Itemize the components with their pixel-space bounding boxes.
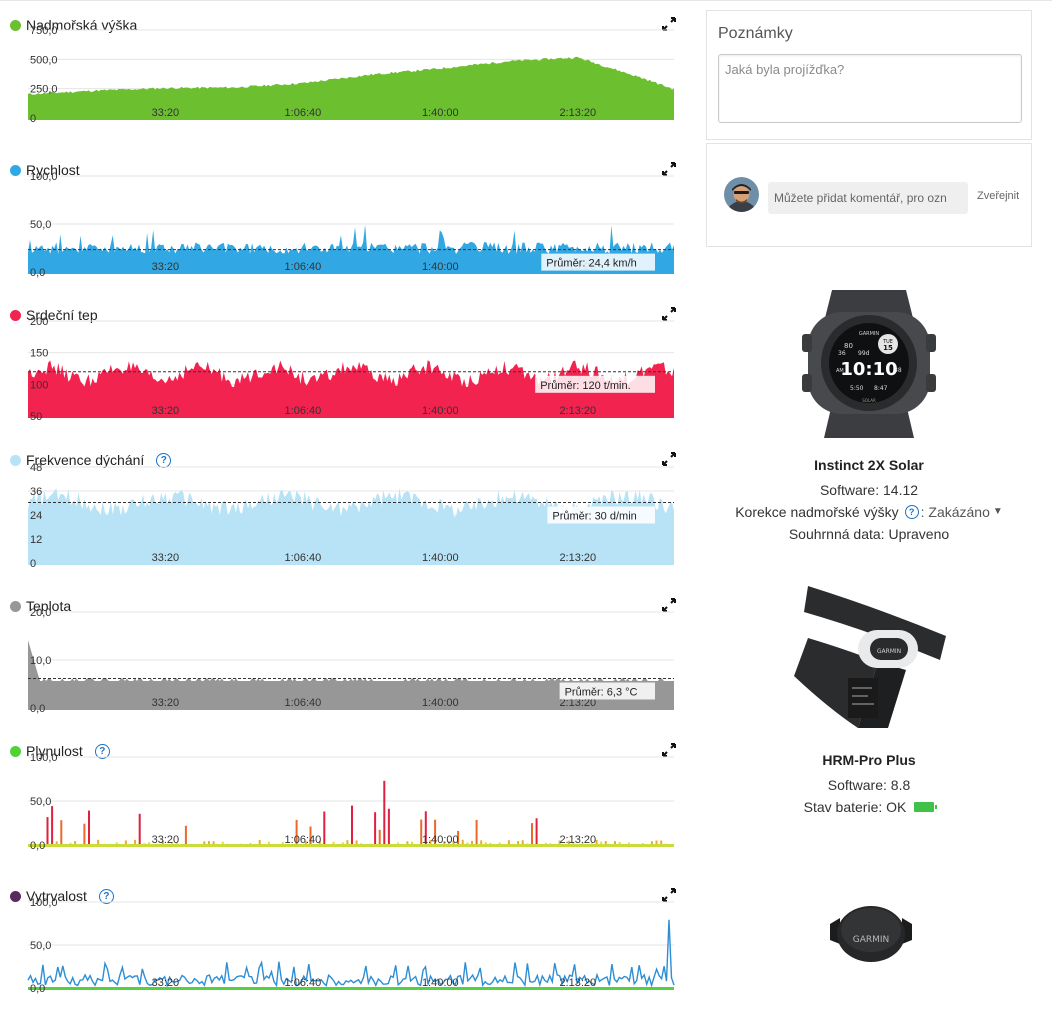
comment-card: Zveřejnit [706, 143, 1032, 247]
battery-icon [914, 802, 938, 812]
hrm-software: Software: 8.8 [827, 777, 911, 793]
chart-title-text: Plynulost [26, 743, 83, 759]
chart-heart_rate: Srdeční tep [0, 305, 690, 422]
expand-icon[interactable] [662, 888, 676, 902]
watch-hr: 80 [844, 342, 853, 350]
watch-bottom-left: 5:50 [850, 385, 864, 392]
watch-date: 15 [883, 344, 893, 352]
publish-link[interactable]: Zveřejnit [977, 190, 1019, 202]
altitude-correction-row: Korekce nadmořské výšky ? : Zakázáno ▼ [706, 501, 1032, 523]
expand-icon[interactable] [662, 598, 676, 612]
notes-input[interactable] [718, 54, 1022, 123]
chart-title-text: Rychlost [26, 162, 80, 178]
notes-title: Poznámky [718, 25, 793, 42]
chart-title-altitude: Nadmořská výška [10, 15, 137, 35]
chart-title-respiration: Frekvence dýchání? [10, 450, 172, 470]
speed-sensor-image: GARMIN [830, 906, 912, 962]
chart-altitude: Nadmořská výška [0, 15, 690, 124]
caret-down-icon[interactable]: ▼ [993, 501, 1003, 523]
watch-steps: 36 [838, 350, 846, 357]
watch-bottom-right: 8:47 [874, 385, 888, 392]
chart-title-grit: Vytrvalost? [10, 886, 114, 906]
watch-summary: Souhrnná data: Upraveno [788, 526, 950, 542]
hrm-image: GARMIN [794, 586, 946, 728]
altitude-correction-select[interactable]: : Zakázáno [921, 501, 990, 523]
watch-name: Instinct 2X Solar [814, 457, 924, 473]
expand-icon[interactable] [662, 17, 676, 31]
watch-info: Instinct 2X Solar Software: 14.12 Korekc… [706, 457, 1032, 545]
help-icon[interactable]: ? [98, 888, 114, 904]
chart-flow: Plynulost? [0, 741, 690, 851]
help-icon[interactable]: ? [904, 505, 919, 519]
legend-dot-icon [10, 19, 21, 31]
legend-dot-icon [10, 600, 21, 612]
chart-title-temperature: Teplota [10, 596, 71, 616]
expand-icon[interactable] [662, 743, 676, 757]
chart-title-flow: Plynulost? [10, 741, 110, 761]
chart-title-speed: Rychlost [10, 160, 80, 180]
chart-title-text: Teplota [26, 598, 72, 614]
chart-title-text: Nadmořská výška [26, 17, 138, 33]
notes-card: Poznámky [706, 10, 1032, 140]
chart-temperature: Teplota [0, 596, 690, 714]
altitude-correction-label: Korekce nadmořské výšky [735, 504, 899, 520]
watch-brand: GARMIN [859, 331, 880, 337]
watch-solar: SOLAR [862, 398, 876, 403]
chart-grit: Vytrvalost? [0, 886, 690, 994]
watch-seconds: 38 [894, 367, 902, 374]
avatar[interactable] [724, 177, 759, 212]
chart-title-heart_rate: Srdeční tep [10, 305, 98, 325]
watch-software: Software: 14.12 [819, 482, 919, 498]
legend-dot-icon [10, 454, 21, 466]
hrm-battery-row: Stav baterie: OK [706, 796, 1032, 818]
top-divider [0, 0, 1052, 1]
legend-dot-icon [10, 890, 21, 902]
expand-icon[interactable] [662, 162, 676, 176]
watch-batt: 99d [858, 350, 870, 357]
chart-respiration: Frekvence dýchání? [0, 450, 690, 569]
hrm-battery-label: Stav baterie: OK [803, 799, 907, 815]
chart-title-text: Srdeční tep [26, 307, 98, 323]
help-icon[interactable]: ? [94, 743, 110, 759]
watch-image: GARMIN 80 36 99d TUE 15 AM 10:10 38 5:50… [802, 290, 936, 438]
legend-dot-icon [10, 309, 21, 321]
sensor-brand: GARMIN [853, 935, 890, 945]
hrm-brand: GARMIN [877, 648, 901, 655]
comment-input[interactable] [768, 182, 968, 214]
chart-title-text: Vytrvalost [26, 888, 87, 904]
watch-time: 10:10 [840, 359, 897, 380]
hrm-info: HRM-Pro Plus Software: 8.8 Stav baterie:… [706, 752, 1032, 818]
legend-dot-icon [10, 164, 21, 176]
expand-icon[interactable] [662, 452, 676, 466]
chart-speed: Rychlost [0, 160, 690, 278]
chart-title-text: Frekvence dýchání [26, 452, 145, 468]
legend-dot-icon [10, 745, 21, 757]
expand-icon[interactable] [662, 307, 676, 321]
help-icon[interactable]: ? [156, 452, 172, 468]
hrm-name: HRM-Pro Plus [822, 752, 916, 768]
